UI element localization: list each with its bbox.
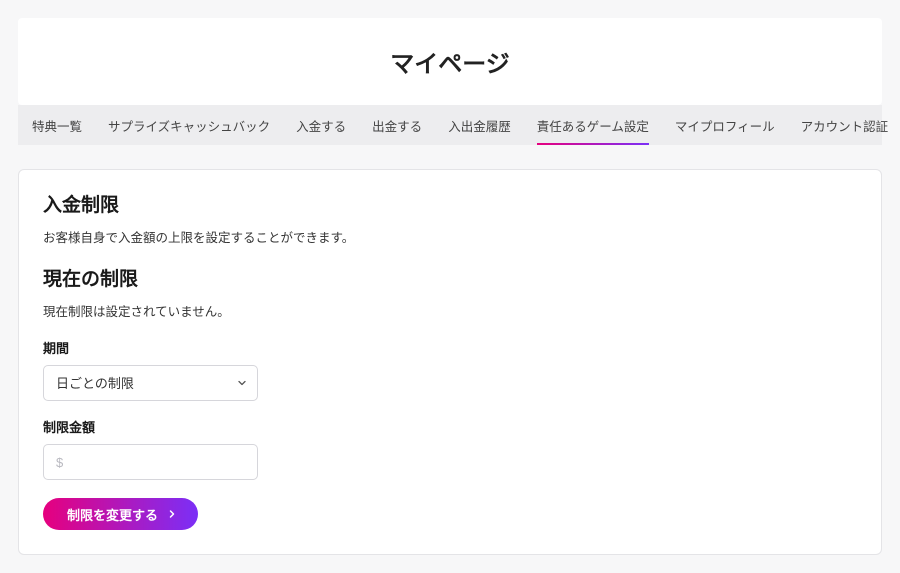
page-header: マイページ <box>18 18 882 105</box>
tab-transactions[interactable]: 入出金履歴 <box>448 105 511 145</box>
page-title: マイページ <box>18 44 882 79</box>
tab-my-profile[interactable]: マイプロフィール <box>675 105 775 145</box>
deposit-limit-card: 入金制限 お客様自身で入金額の上限を設定することができます。 現在の制限 現在制… <box>18 169 882 555</box>
tab-surprise-cashback[interactable]: サプライズキャッシュバック <box>108 105 270 145</box>
tab-deposit[interactable]: 入金する <box>296 105 346 145</box>
tabs-nav: 特典一覧 サプライズキャッシュバック 入金する 出金する 入出金履歴 責任あるゲ… <box>18 105 882 145</box>
amount-input-wrap <box>43 444 258 480</box>
tab-account-verification[interactable]: アカウント認証 <box>801 105 889 145</box>
period-select[interactable]: 日ごとの制限 <box>43 365 258 401</box>
amount-input[interactable] <box>43 444 258 480</box>
amount-label: 制限金額 <box>43 417 857 436</box>
period-label: 期間 <box>43 338 857 357</box>
deposit-limit-heading: 入金制限 <box>43 190 857 217</box>
current-limit-heading: 現在の制限 <box>43 264 857 291</box>
tab-withdraw[interactable]: 出金する <box>372 105 422 145</box>
deposit-limit-description: お客様自身で入金額の上限を設定することができます。 <box>43 227 857 246</box>
current-limit-description: 現在制限は設定されていません。 <box>43 301 857 320</box>
tab-benefits[interactable]: 特典一覧 <box>32 105 82 145</box>
chevron-right-icon <box>166 508 178 520</box>
change-limit-button-label: 制限を変更する <box>67 505 158 524</box>
period-select-wrap: 日ごとの制限 <box>43 365 258 401</box>
change-limit-button[interactable]: 制限を変更する <box>43 498 198 530</box>
tab-responsible-gaming[interactable]: 責任あるゲーム設定 <box>537 105 649 145</box>
